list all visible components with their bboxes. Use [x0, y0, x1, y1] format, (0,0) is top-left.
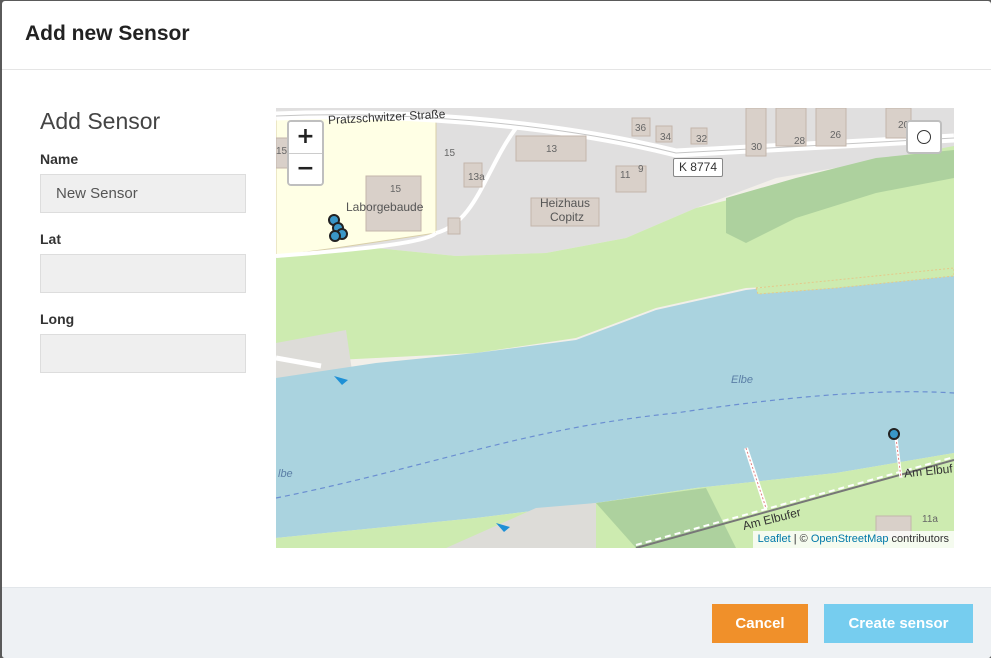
house-number: 32: [696, 134, 708, 145]
sensor-marker[interactable]: [888, 428, 900, 440]
name-input[interactable]: [40, 174, 246, 213]
house-number: 9: [638, 164, 644, 175]
map-attribution: Leaflet | © OpenStreetMap contributors: [752, 531, 954, 548]
building-label-laborgebaude: Laborgebaude: [346, 200, 424, 214]
river-label: Elbe: [731, 374, 754, 386]
circle-icon: [917, 130, 931, 144]
map-tiles: [276, 108, 954, 548]
create-sensor-button[interactable]: Create sensor: [824, 604, 973, 643]
zoom-control: + −: [287, 120, 324, 186]
house-number: 28: [794, 136, 806, 147]
building-label-copitz: Copitz: [550, 210, 585, 224]
house-number: 15: [444, 148, 456, 159]
lat-input[interactable]: [40, 254, 246, 293]
add-sensor-modal: Add new Sensor Add Sensor Name Lat Long: [2, 1, 991, 658]
attribution-separator: | ©: [790, 533, 811, 545]
leaflet-link[interactable]: Leaflet: [758, 533, 791, 545]
draw-circle-button[interactable]: [906, 120, 942, 154]
house-number: 15: [276, 146, 288, 157]
road-badge: K 8774: [673, 158, 723, 177]
lat-label: Lat: [40, 231, 61, 247]
long-input[interactable]: [40, 334, 246, 373]
osm-link[interactable]: OpenStreetMap: [811, 533, 889, 545]
house-number: 30: [751, 142, 763, 153]
modal-body: Add Sensor Name Lat Long: [2, 70, 991, 587]
cancel-button[interactable]: Cancel: [712, 604, 808, 643]
house-number: 15: [390, 184, 402, 195]
name-label: Name: [40, 151, 79, 167]
building-label-heizhaus: Heizhaus: [540, 196, 591, 210]
house-number: 13: [546, 144, 558, 155]
zoom-out-button[interactable]: −: [289, 153, 322, 184]
house-number: 11a: [922, 514, 938, 525]
modal-title: Add new Sensor: [25, 22, 190, 45]
zoom-in-button[interactable]: +: [289, 122, 322, 153]
house-number: 26: [830, 130, 842, 141]
map-view[interactable]: Pratzschwitzer Straße Laborgebaude Heizh…: [276, 108, 954, 548]
house-number: 13a: [468, 172, 485, 183]
river-label-left: lbe: [278, 468, 293, 480]
house-number: 36: [635, 123, 647, 134]
modal-header: Add new Sensor: [2, 1, 991, 70]
house-number: 34: [660, 132, 672, 143]
long-label: Long: [40, 311, 75, 327]
modal-footer: Cancel Create sensor: [2, 587, 991, 658]
sensor-form: Add Sensor Name Lat Long: [40, 108, 246, 391]
house-number: 11: [620, 170, 631, 181]
sensor-marker[interactable]: [329, 230, 341, 242]
form-heading: Add Sensor: [40, 108, 161, 134]
attribution-contributors: contributors: [888, 533, 949, 545]
